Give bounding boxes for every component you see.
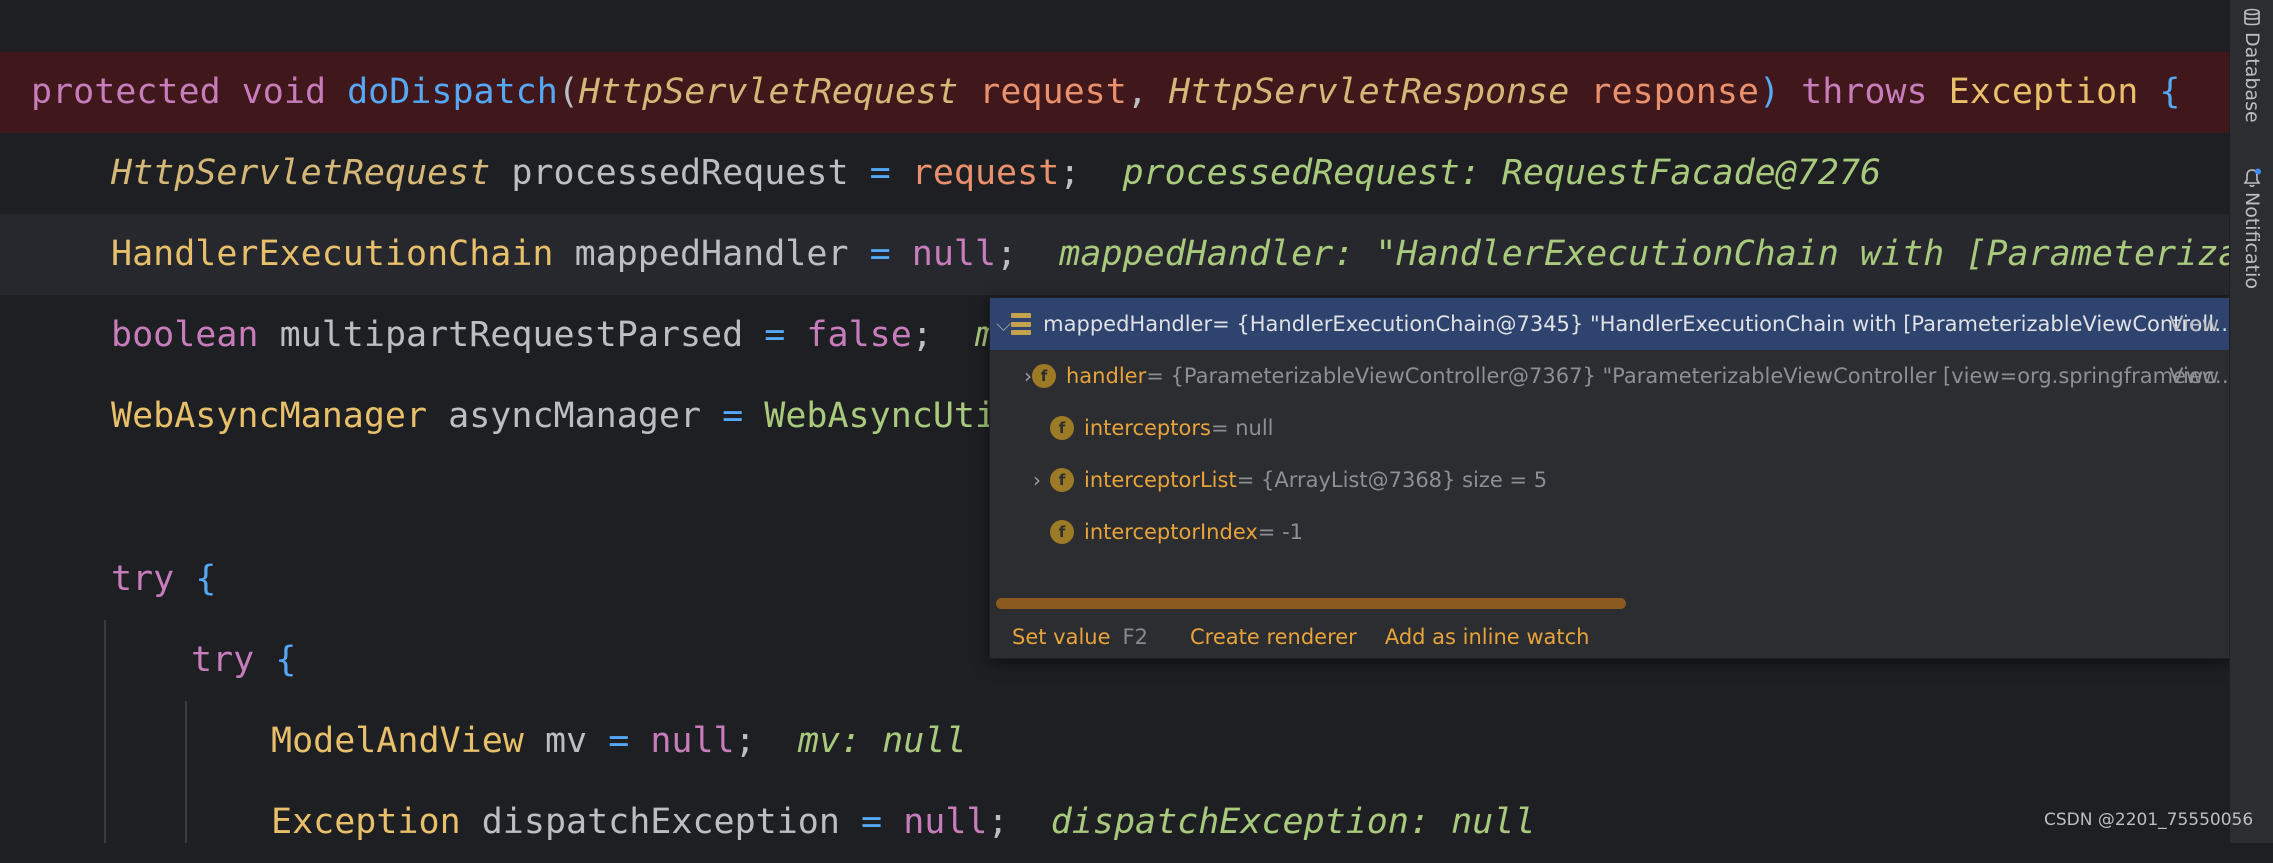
punctuation: ; bbox=[734, 721, 756, 761]
variable-ref[interactable]: request bbox=[912, 153, 1060, 193]
create-renderer-link[interactable]: Create renderer bbox=[1190, 625, 1357, 649]
variable-name[interactable]: processedRequest bbox=[511, 153, 848, 193]
field-value: = -1 bbox=[1257, 520, 1304, 544]
popup-footer: Set value F2 Create renderer Add as inli… bbox=[990, 616, 2231, 658]
keyword: boolean bbox=[111, 315, 259, 355]
field-value: = {ParameterizableViewController@7367} "… bbox=[1146, 364, 2231, 388]
code-line[interactable]: HttpServletRequest processedRequest = re… bbox=[0, 133, 2230, 214]
operator: = bbox=[861, 802, 883, 842]
field-icon: f bbox=[1050, 468, 1074, 492]
variable-name[interactable]: asyncManager bbox=[448, 396, 701, 436]
punctuation: ; bbox=[1059, 153, 1081, 193]
field-icon: f bbox=[1050, 520, 1074, 544]
keyword: null bbox=[911, 234, 997, 274]
method-name[interactable]: doDispatch bbox=[347, 72, 558, 112]
type-name[interactable]: WebAsyncManager bbox=[111, 396, 427, 436]
node-value: = {HandlerExecutionChain@7345} "HandlerE… bbox=[1212, 312, 2231, 336]
type-name[interactable]: Exception bbox=[1949, 72, 2139, 112]
code-line-current[interactable]: HandlerExecutionChain mappedHandler = nu… bbox=[0, 214, 2230, 295]
punctuation: { bbox=[195, 559, 217, 599]
field-name: interceptors bbox=[1084, 416, 1211, 440]
tree-node[interactable]: › f handler = {ParameterizableViewContro… bbox=[990, 350, 2231, 402]
param-name[interactable]: response bbox=[1590, 72, 1759, 112]
node-name: mappedHandler bbox=[1043, 312, 1213, 336]
database-icon bbox=[2244, 8, 2260, 26]
chevron-right-icon[interactable]: › bbox=[1024, 364, 1032, 388]
tree-node[interactable]: f interceptors = null bbox=[990, 402, 2231, 454]
type-name[interactable]: HttpServletResponse bbox=[1169, 72, 1569, 112]
shortcut-hint: F2 bbox=[1122, 625, 1148, 649]
keyword: throws bbox=[1801, 72, 1928, 112]
view-link[interactable]: View bbox=[2169, 364, 2219, 388]
keyword: null bbox=[650, 721, 735, 761]
field-name: handler bbox=[1066, 364, 1147, 388]
chevron-right-icon[interactable]: › bbox=[1024, 468, 1050, 492]
inline-debug-hint[interactable]: dispatchException: null bbox=[1051, 802, 1536, 842]
field-value: = {ArrayList@7368} size = 5 bbox=[1236, 468, 1548, 492]
right-tool-strip: Database Notificatio bbox=[2229, 0, 2273, 843]
keyword: void bbox=[241, 72, 327, 112]
chevron-down-icon[interactable]: ⌵ bbox=[996, 312, 1011, 336]
code-line-breakpoint[interactable]: protected void doDispatch(HttpServletReq… bbox=[0, 52, 2230, 133]
view-link[interactable]: View bbox=[2169, 312, 2219, 336]
tree-node[interactable]: › f interceptorList = {ArrayList@7368} s… bbox=[990, 454, 2231, 506]
type-name[interactable]: ModelAndView bbox=[271, 721, 524, 761]
field-name: interceptorList bbox=[1084, 468, 1237, 492]
keyword: protected bbox=[31, 72, 221, 112]
debug-value-popup[interactable]: ⌵ mappedHandler = {HandlerExecutionChain… bbox=[989, 297, 2232, 659]
tool-label: Notificatio bbox=[2241, 192, 2263, 289]
tool-database[interactable]: Database bbox=[2236, 8, 2268, 123]
field-name: interceptorIndex bbox=[1084, 520, 1258, 544]
inline-debug-hint[interactable]: mappedHandler: "HandlerExecutionChain wi… bbox=[1059, 234, 2230, 274]
variable-name[interactable]: mv bbox=[545, 721, 587, 761]
keyword: try bbox=[191, 640, 255, 680]
type-name[interactable]: HttpServletRequest bbox=[111, 153, 490, 193]
object-stack-icon bbox=[1011, 313, 1032, 335]
operator: = bbox=[869, 234, 891, 274]
operator: = bbox=[764, 315, 786, 355]
tool-notifications[interactable]: Notificatio bbox=[2236, 168, 2268, 289]
punctuation: ; bbox=[911, 315, 933, 355]
inline-debug-hint[interactable]: mv: null bbox=[798, 721, 967, 761]
punctuation: ) bbox=[1758, 72, 1781, 112]
operator: = bbox=[608, 721, 630, 761]
tool-label: Database bbox=[2241, 32, 2263, 123]
operator: = bbox=[869, 153, 891, 193]
punctuation: ( bbox=[557, 72, 579, 112]
field-icon: f bbox=[1050, 416, 1074, 440]
type-name[interactable]: HandlerExecutionChain bbox=[111, 234, 554, 274]
punctuation: ; bbox=[987, 802, 1009, 842]
punctuation: , bbox=[1126, 72, 1148, 112]
code-line[interactable]: Exception dispatchException = null; disp… bbox=[0, 782, 2230, 863]
bell-icon bbox=[2243, 168, 2261, 187]
field-value: = null bbox=[1210, 416, 1274, 440]
tree-root-node[interactable]: ⌵ mappedHandler = {HandlerExecutionChain… bbox=[990, 298, 2231, 350]
add-inline-watch-link[interactable]: Add as inline watch bbox=[1385, 625, 1590, 649]
code-line[interactable]: ModelAndView mv = null; mv: null bbox=[0, 701, 2230, 782]
variable-name[interactable]: multipartRequestParsed bbox=[280, 315, 744, 355]
variable-name[interactable]: mappedHandler bbox=[575, 234, 849, 274]
punctuation: { bbox=[275, 640, 297, 680]
param-name[interactable]: request bbox=[979, 72, 1127, 112]
horizontal-scrollbar[interactable] bbox=[996, 598, 1626, 609]
operator: = bbox=[722, 396, 744, 436]
watermark: CSDN @2201_75550056 bbox=[2044, 810, 2254, 830]
keyword: try bbox=[111, 559, 175, 599]
type-name[interactable]: HttpServletRequest bbox=[579, 72, 958, 112]
tree-node[interactable]: f interceptorIndex = -1 bbox=[990, 506, 2231, 558]
keyword: null bbox=[903, 802, 988, 842]
type-name[interactable]: Exception bbox=[271, 802, 461, 842]
inline-debug-hint[interactable]: processedRequest: RequestFacade@7276 bbox=[1123, 153, 1882, 193]
punctuation: ; bbox=[996, 234, 1018, 274]
variable-name[interactable]: dispatchException bbox=[482, 802, 840, 842]
field-icon: f bbox=[1032, 364, 1056, 388]
keyword: false bbox=[806, 315, 912, 355]
set-value-link[interactable]: Set value bbox=[1012, 625, 1111, 649]
punctuation: { bbox=[2159, 72, 2181, 112]
